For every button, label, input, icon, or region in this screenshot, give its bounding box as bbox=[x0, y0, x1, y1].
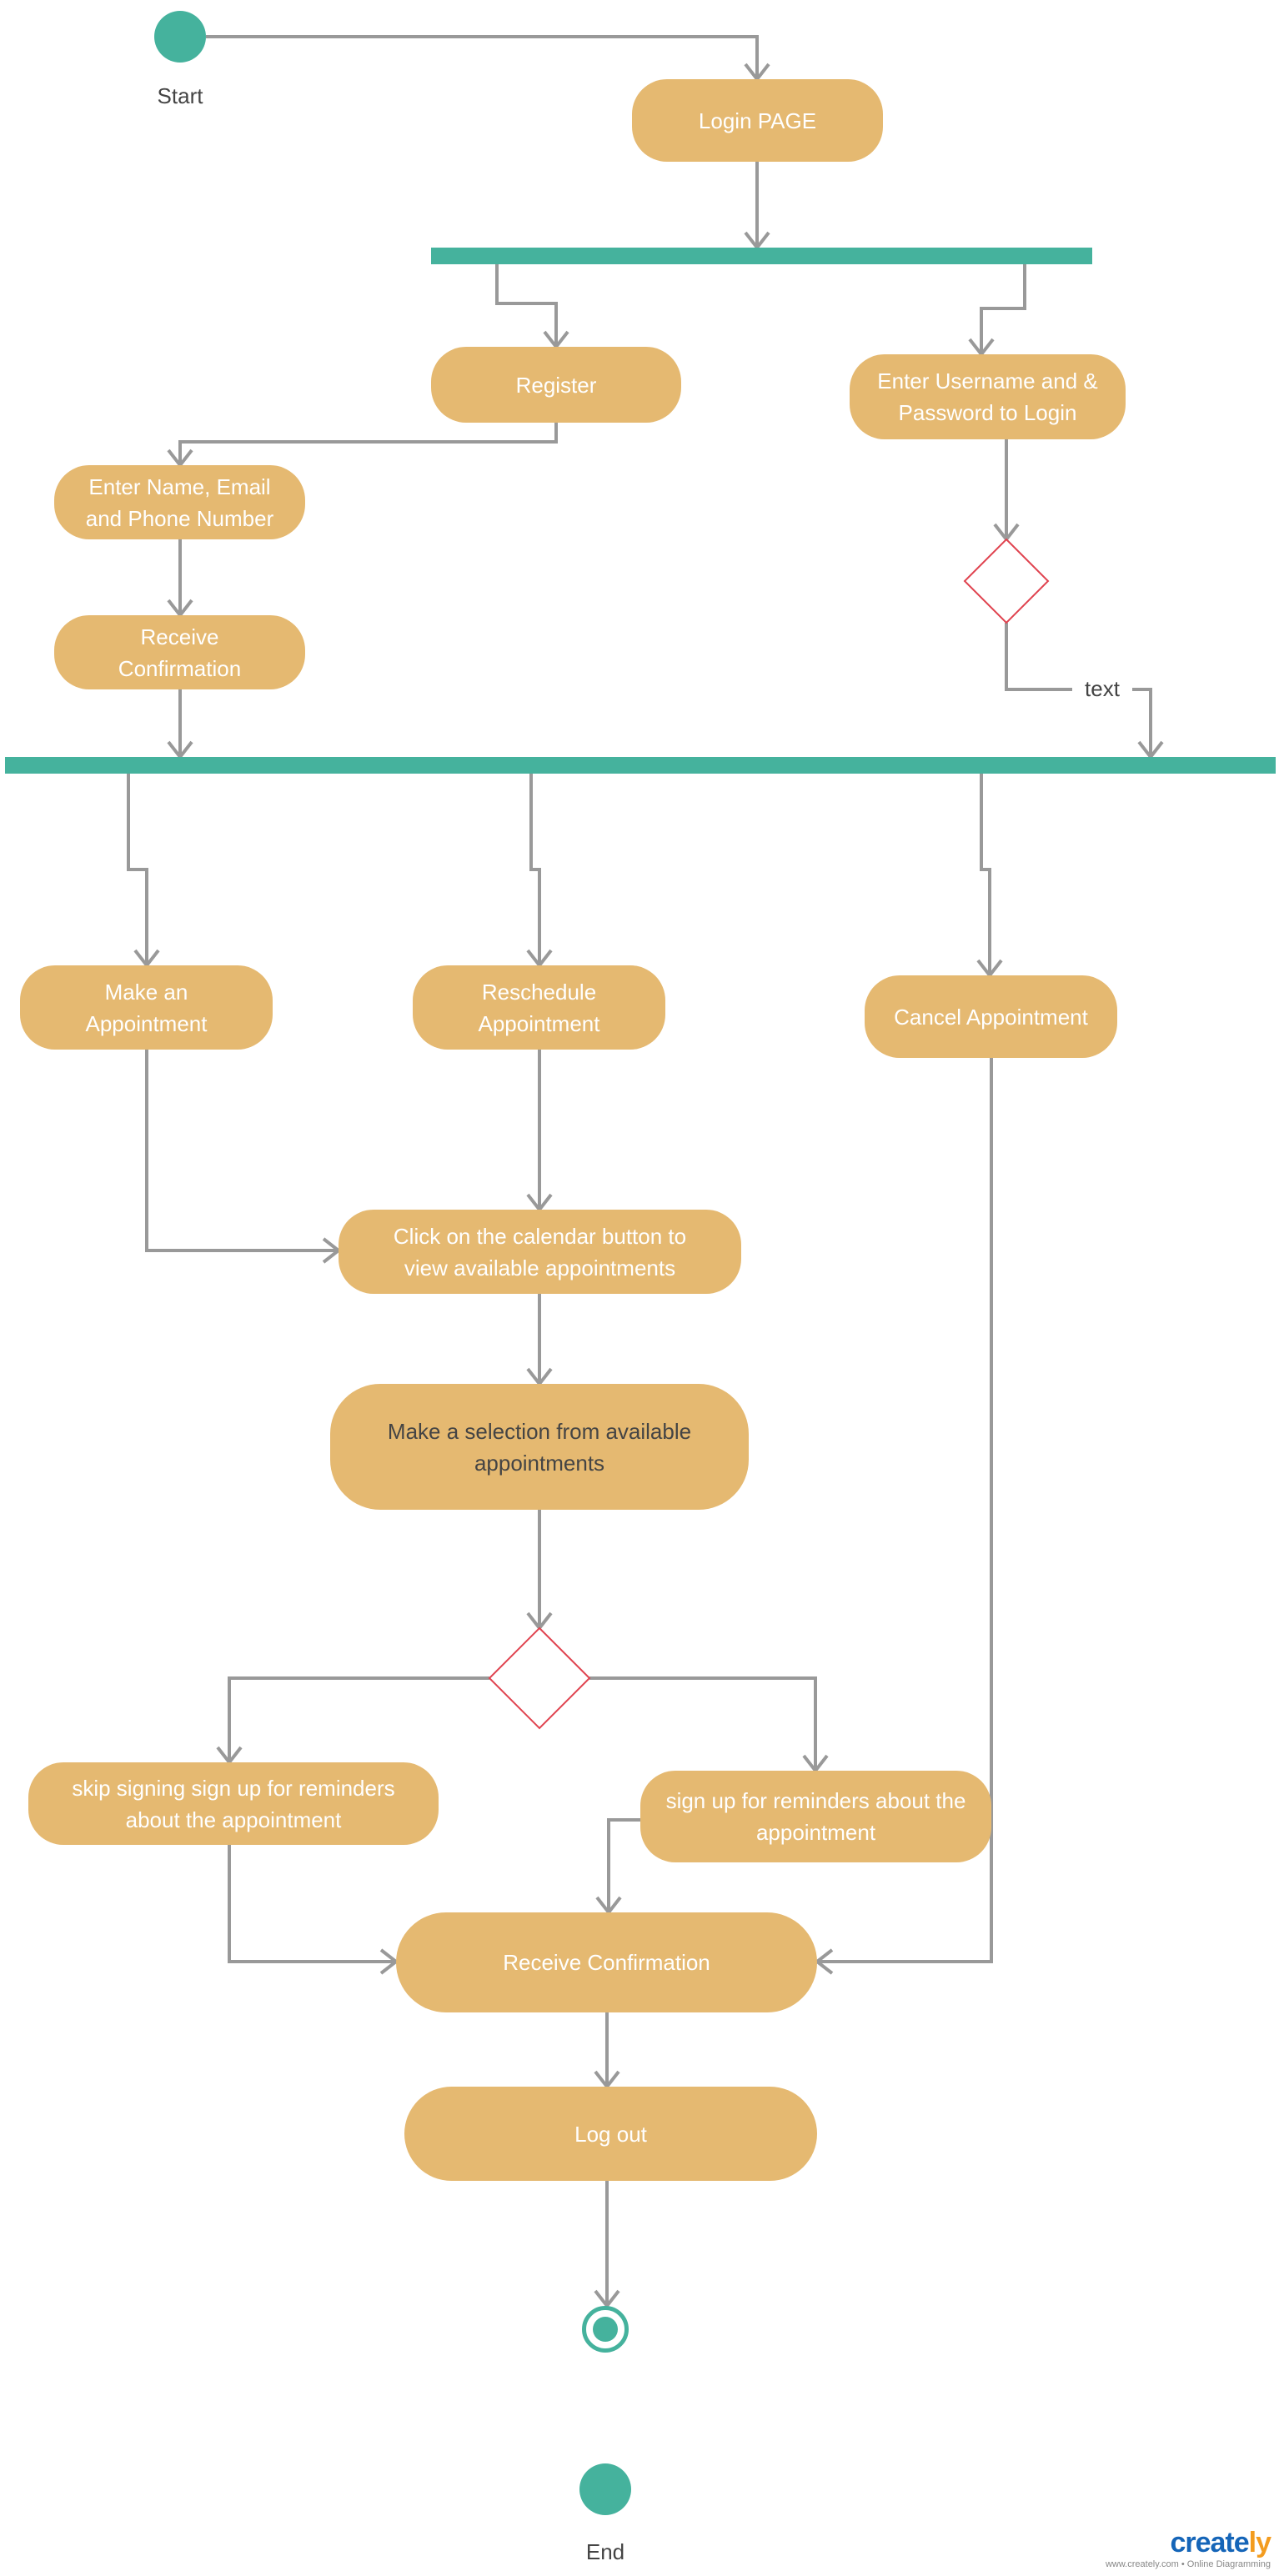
connector-19 bbox=[228, 1845, 396, 1963]
connector-11 bbox=[529, 774, 541, 965]
activity-receive-confirmation-1: Receive Confirmation bbox=[54, 615, 305, 689]
activity-logout: Log out bbox=[404, 2087, 817, 2181]
creately-logo: creately bbox=[1170, 2527, 1271, 2558]
connector-12 bbox=[980, 774, 991, 975]
fork-bar-1 bbox=[431, 248, 1092, 264]
connector-4 bbox=[178, 423, 558, 465]
activity-login-page: Login PAGE bbox=[632, 79, 883, 162]
decision-diamond-reminders bbox=[488, 1626, 591, 1730]
connector-0 bbox=[206, 35, 759, 79]
decision-diamond-login bbox=[963, 538, 1050, 624]
guard-label: text bbox=[1081, 676, 1123, 702]
final-node bbox=[582, 2306, 629, 2353]
activity-diagram: Start Login PAGE Register Enter Username… bbox=[0, 0, 1279, 2576]
start-label: Start bbox=[157, 83, 203, 108]
activity-register: Register bbox=[431, 347, 681, 423]
activity-reschedule: Reschedule Appointment bbox=[413, 965, 665, 1050]
fork-bar-2 bbox=[5, 757, 1276, 774]
activity-skip-reminders: skip signing sign up for reminders about… bbox=[28, 1762, 439, 1845]
connector-13 bbox=[145, 1050, 339, 1252]
activity-enter-details: Enter Name, Email and Phone Number bbox=[54, 465, 305, 539]
activity-signup-reminders: sign up for reminders about the appointm… bbox=[640, 1771, 991, 1862]
final-node-dot bbox=[593, 2317, 618, 2342]
end-label: End bbox=[585, 2539, 625, 2564]
activity-calendar: Click on the calendar button to view ava… bbox=[339, 1210, 741, 1294]
connector-10 bbox=[127, 774, 148, 965]
connector-8 bbox=[1005, 623, 1072, 691]
connector-20 bbox=[607, 1818, 640, 1912]
activity-make-appointment: Make an Appointment bbox=[20, 965, 273, 1050]
activity-cancel: Cancel Appointment bbox=[865, 975, 1117, 1058]
creately-watermark: creately www.creately.com • Online Diagr… bbox=[1106, 2527, 1271, 2569]
start-node bbox=[154, 11, 206, 63]
end-node bbox=[579, 2463, 631, 2515]
activity-receive-confirmation-2: Receive Confirmation bbox=[396, 1912, 817, 2012]
connector-3 bbox=[980, 264, 1026, 354]
activity-enter-credentials: Enter Username and & Password to Login bbox=[850, 354, 1126, 439]
connector-18 bbox=[589, 1676, 817, 1771]
connector-17 bbox=[228, 1676, 489, 1762]
activity-selection: Make a selection from available appointm… bbox=[330, 1384, 749, 1510]
watermark-tagline: www.creately.com • Online Diagramming bbox=[1105, 2559, 1271, 2569]
